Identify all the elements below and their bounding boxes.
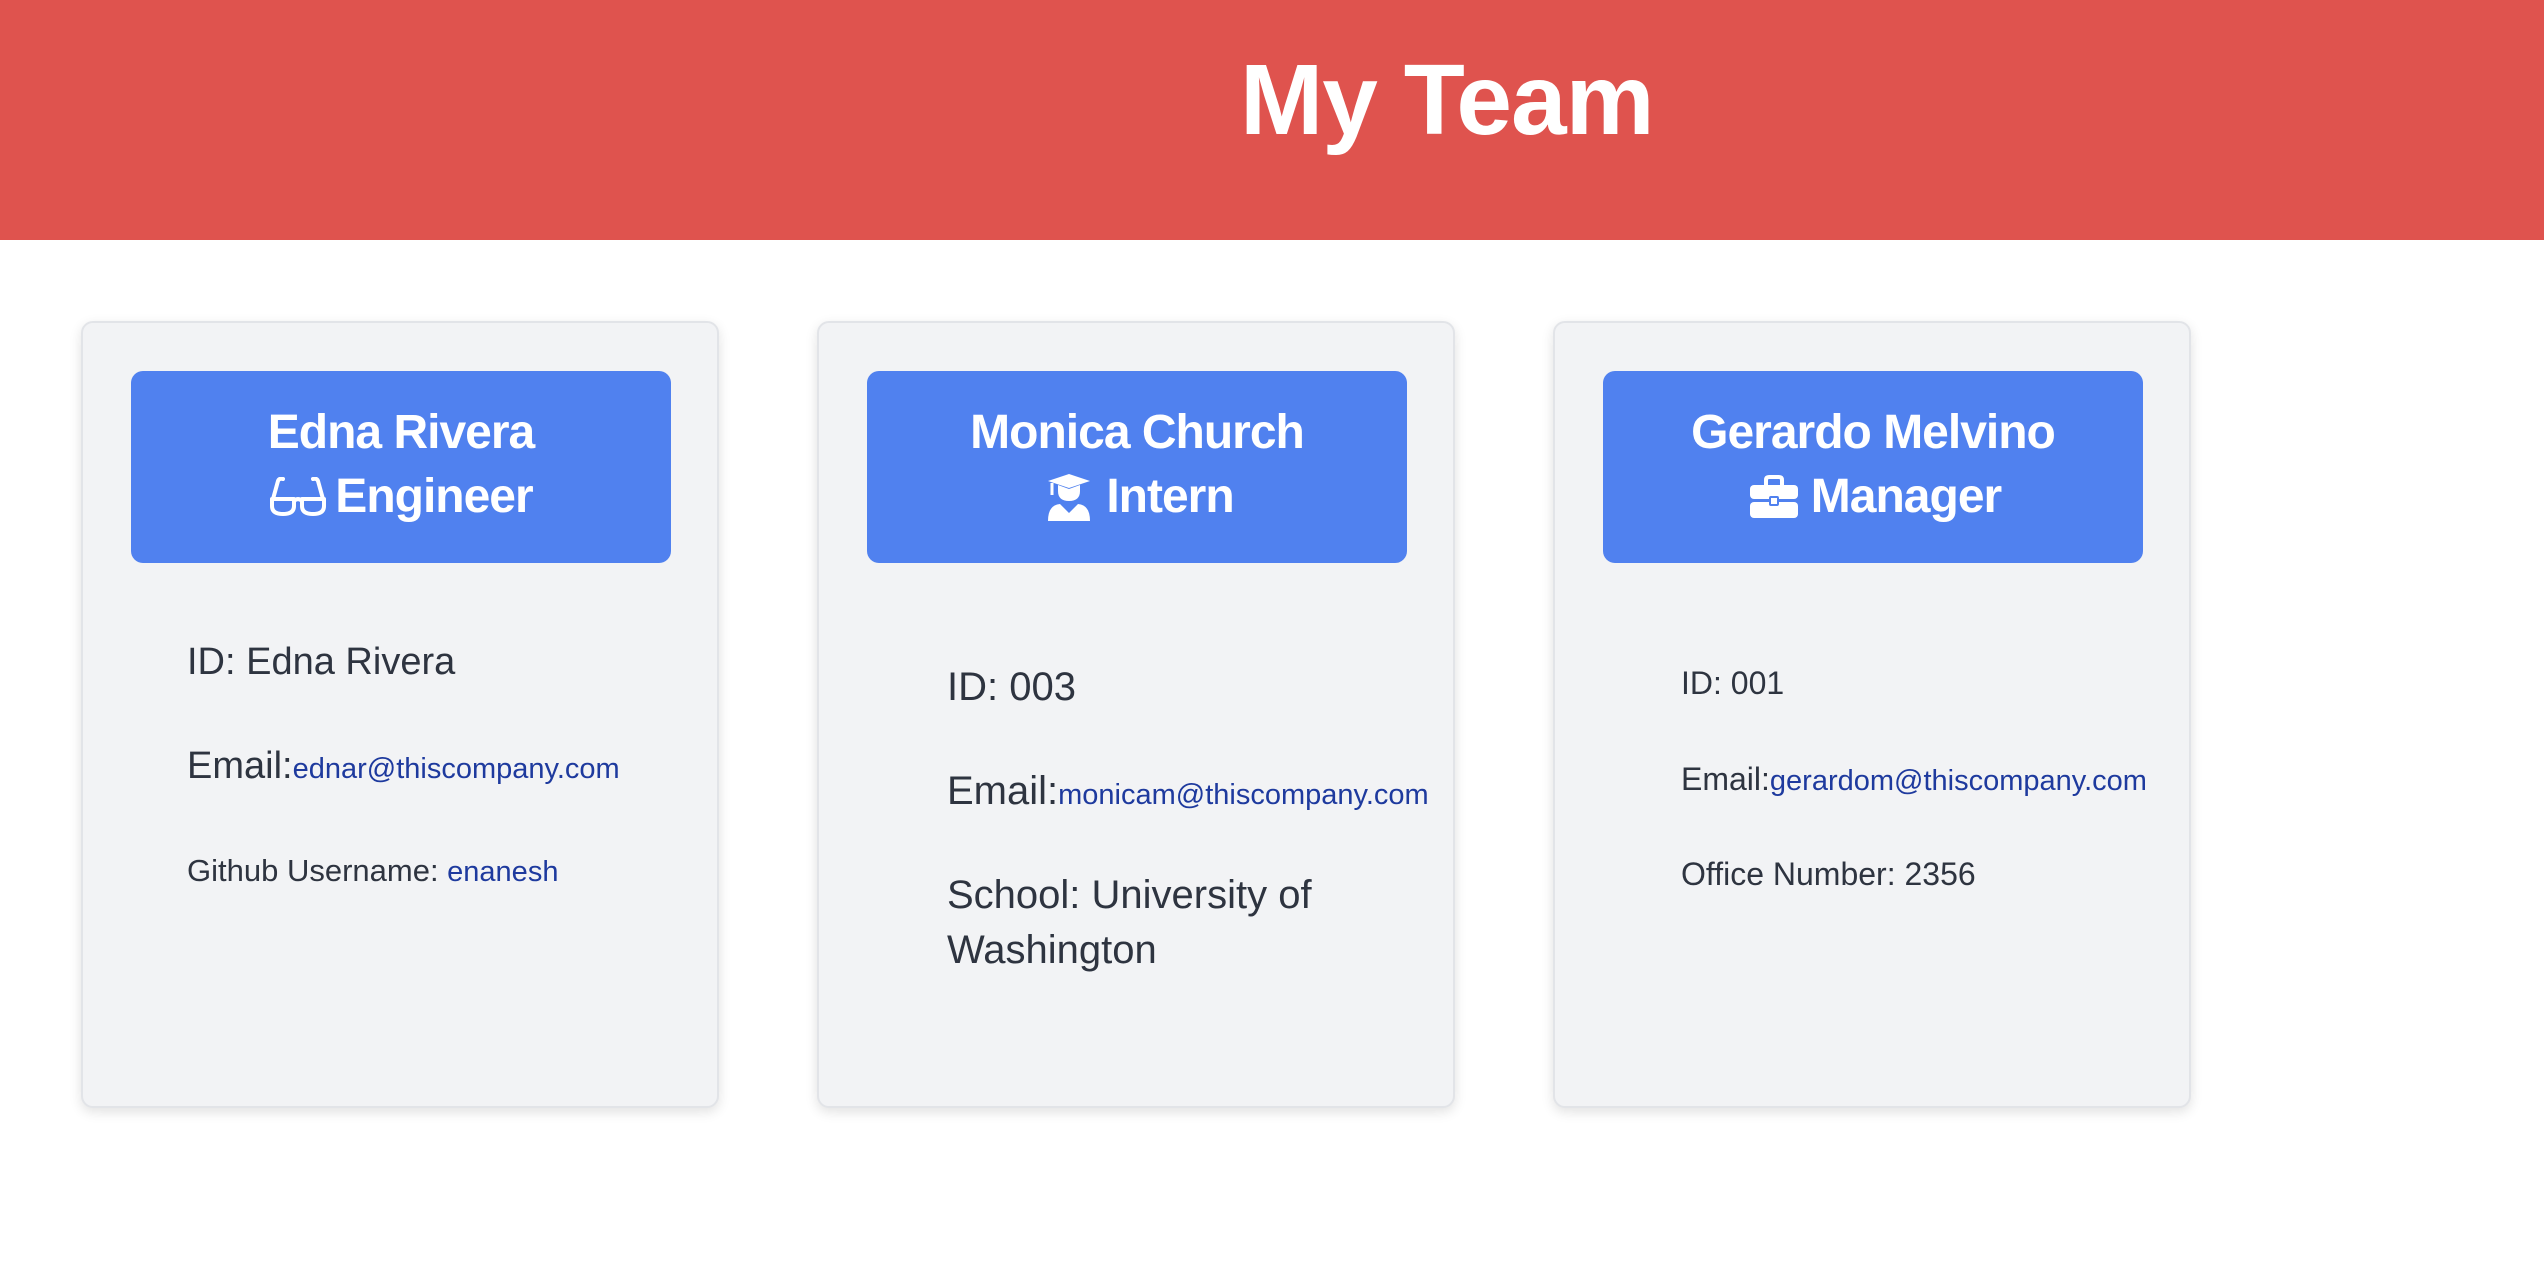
header-banner: My Team [0,0,2544,240]
employee-id: ID: 003 [947,665,1076,709]
employee-email: Email:gerardom@thiscompany.com [1681,761,2147,797]
employee-role: Intern [867,467,1407,527]
employee-role: Manager [1603,467,2143,527]
role-label: Manager [1810,470,2002,523]
page-title: My Team [1240,44,1655,156]
employee-email: Email:ednar@thiscompany.com [187,745,620,787]
card-header: Edna Rivera Engineer [131,371,671,563]
email-link[interactable]: monicam@thiscompany.com [1058,779,1429,811]
employee-name: Edna Rivera [267,406,535,459]
role-label: Engineer [335,470,533,523]
graduate-icon [1040,471,1098,523]
school: School: University of Washington [947,873,1312,972]
glasses-icon [269,471,327,523]
employee-name: Gerardo Melvino [1691,406,2056,459]
employee-email: Email:monicam@thiscompany.com [947,769,1429,813]
github-link[interactable]: enanesh [447,856,558,888]
employee-card-manager: Gerardo Melvino Manager ID: 001 Email:ge… [1553,321,2191,1108]
briefcase-icon [1745,471,1803,523]
employee-card-engineer: Edna Rivera Engineer ID: Edna Rivera Ema… [81,321,719,1108]
email-link[interactable]: gerardom@thiscompany.com [1770,765,2147,797]
employee-id: ID: 001 [1681,665,1785,701]
github-username: Github Username: enanesh [187,853,559,888]
card-header: Monica Church Intern [867,371,1407,563]
employee-card-intern: Monica Church Intern ID: 003 Email:monic… [817,321,1455,1108]
employee-role: Engineer [131,467,671,527]
role-label: Intern [1106,470,1234,523]
office-number: Office Number: 2356 [1681,856,1976,892]
email-link[interactable]: ednar@thiscompany.com [293,753,620,785]
employee-name: Monica Church [970,406,1305,459]
employee-id: ID: Edna Rivera [187,641,456,683]
card-header: Gerardo Melvino Manager [1603,371,2143,563]
